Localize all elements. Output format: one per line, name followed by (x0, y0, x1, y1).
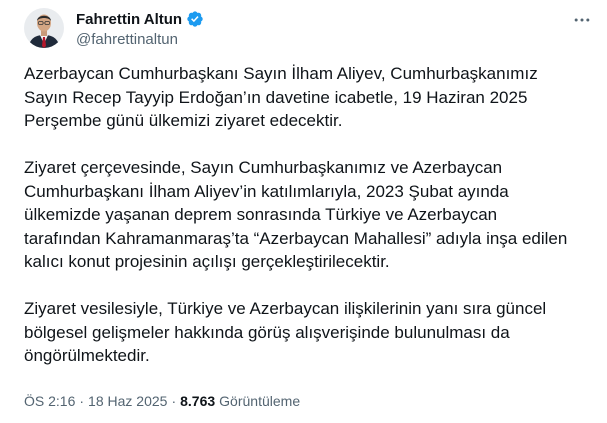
tweet-paragraph: Azerbaycan Cumhurbaşkanı Sayın İlham Ali… (24, 64, 538, 130)
tweet-paragraph: Ziyaret çerçevesinde, Sayın Cumhurbaşkan… (24, 158, 568, 271)
more-options-icon[interactable] (570, 8, 594, 32)
tweet-meta: ÖS 2:16 · 18 Haz 2025 · 8.763 Görüntülem… (24, 393, 300, 409)
tweet-date[interactable]: 18 Haz 2025 (88, 393, 167, 409)
views-label: Görüntüleme (219, 393, 301, 409)
verified-badge-icon[interactable] (186, 10, 204, 28)
tweet-text: Azerbaycan Cumhurbaşkanı Sayın İlham Ali… (24, 62, 584, 368)
author-handle[interactable]: @fahrettinaltun (76, 31, 178, 48)
views-count: 8.763 (180, 393, 216, 409)
tweet-paragraph: Ziyaret vesilesiyle, Türkiye ve Azerbayc… (24, 299, 547, 365)
tweet-card: Fahrettin Altun @fahrettinaltun Azerbayc… (0, 0, 607, 423)
meta-separator: · (79, 393, 85, 409)
author-display-name[interactable]: Fahrettin Altun (76, 11, 182, 28)
avatar[interactable] (24, 8, 64, 48)
author-name-row: Fahrettin Altun (76, 9, 204, 29)
meta-separator: · (171, 393, 177, 409)
tweet-time[interactable]: ÖS 2:16 (24, 393, 75, 409)
